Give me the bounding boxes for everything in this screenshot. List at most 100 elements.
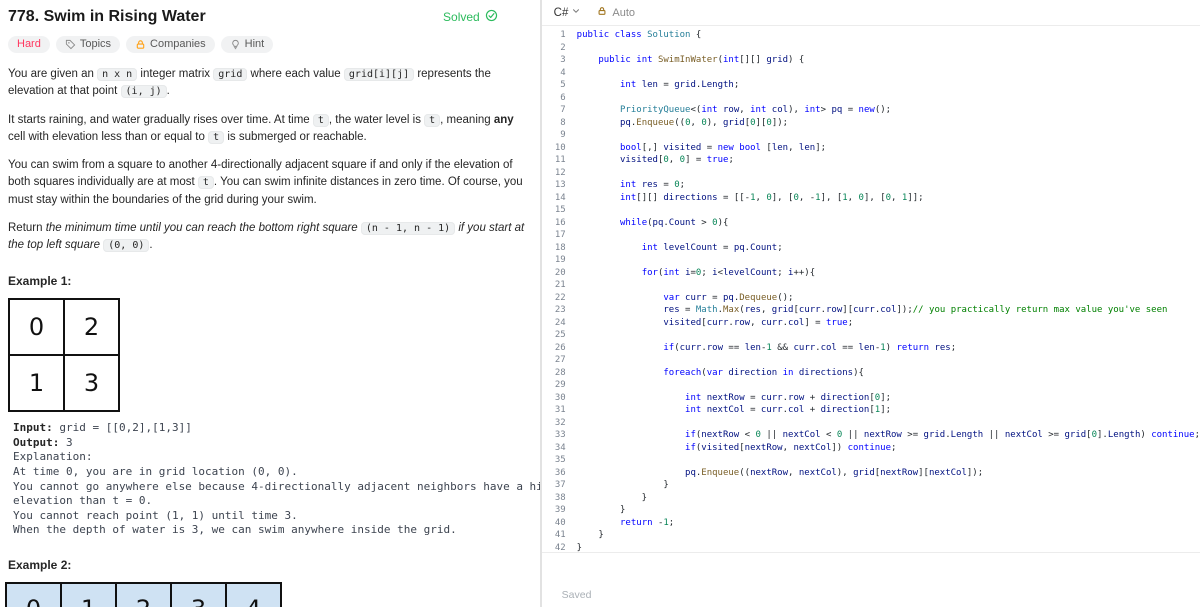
code-token: nextCol [706, 405, 745, 415]
code-line[interactable]: 11 visited[0, 0] = true; [542, 154, 1200, 167]
code-line[interactable]: 38 } [542, 492, 1200, 505]
line-number[interactable]: 39 [542, 504, 566, 517]
language-selector[interactable]: C# [554, 6, 582, 19]
line-number[interactable]: 23 [542, 304, 566, 317]
line-number[interactable]: 13 [542, 179, 566, 192]
code-line[interactable]: 34 if(visited[nextRow, nextCol]) continu… [542, 442, 1200, 455]
line-number[interactable]: 16 [542, 217, 566, 230]
code-line[interactable]: 16 while(pq.Count > 0){ [542, 217, 1200, 230]
line-number[interactable]: 7 [542, 104, 565, 117]
code-line[interactable]: 29 [542, 379, 1200, 392]
code-line[interactable]: 27 [542, 354, 1200, 367]
line-number[interactable]: 36 [542, 467, 566, 480]
code-line[interactable]: 18 int levelCount = pq.Count; [542, 242, 1200, 255]
line-number[interactable]: 37 [542, 479, 566, 492]
line-number[interactable]: 30 [542, 392, 566, 405]
code-line[interactable]: 28 foreach(var direction in directions){ [542, 367, 1200, 380]
line-number[interactable]: 2 [542, 42, 565, 55]
line-number[interactable]: 42 [542, 542, 566, 553]
code-line[interactable]: 10 bool[,] visited = new bool [len, len]… [542, 142, 1200, 155]
code-line[interactable]: 12 [542, 167, 1200, 180]
line-number[interactable]: 8 [542, 117, 565, 130]
code-editor[interactable]: 1 public class Solution {2 3 public int Sw… [541, 26, 1200, 553]
code-line[interactable]: 42} [542, 542, 1200, 553]
code-line[interactable]: 8 pq.Enqueue((0, 0), grid[0][0]); [542, 117, 1200, 130]
code-line[interactable]: 20 for(int i=0; i<levelCount; i++){ [542, 267, 1200, 280]
code-line-content: visited[0, 0] = true; [577, 154, 734, 167]
difficulty-badge[interactable]: Hard [8, 36, 50, 53]
line-number[interactable]: 31 [542, 404, 566, 417]
line-number[interactable]: 26 [542, 342, 566, 355]
code-line[interactable]: 30 int nextRow = curr.row + direction[0]… [542, 392, 1200, 405]
code-line[interactable]: 17 [542, 229, 1200, 242]
code-line[interactable]: 36 pq.Enqueue((nextRow, nextCol), grid[n… [542, 467, 1200, 480]
code-line-content: pq.Enqueue((nextRow, nextCol), grid[next… [577, 467, 983, 480]
line-number[interactable]: 32 [542, 417, 566, 430]
topics-button[interactable]: Topics [55, 36, 121, 53]
line-number[interactable]: 27 [542, 354, 566, 367]
code-token: = [842, 105, 859, 115]
code-token: ), [788, 105, 805, 115]
code-line[interactable]: 35 [542, 454, 1200, 467]
code-token: >= [1042, 430, 1065, 440]
line-number[interactable]: 41 [542, 529, 566, 542]
code-line[interactable]: 14 int[][] directions = [[-1, 0], [0, -1… [542, 192, 1200, 205]
line-number[interactable]: 3 [542, 54, 565, 67]
line-number[interactable]: 21 [542, 279, 566, 292]
code-line[interactable]: 33 if(nextRow < 0 || nextCol < 0 || next… [542, 429, 1200, 442]
line-number[interactable]: 1 [542, 29, 565, 42]
line-number[interactable]: 17 [542, 229, 566, 242]
code-token: , [739, 105, 751, 115]
line-number[interactable]: 5 [542, 79, 565, 92]
code-line[interactable]: 31 int nextCol = curr.col + direction[1]… [542, 404, 1200, 417]
code-line[interactable]: 15 [542, 204, 1200, 217]
code-line[interactable]: 22 var curr = pq.Dequeue(); [542, 292, 1200, 305]
code-line[interactable]: 41 } [542, 529, 1200, 542]
code-line[interactable]: 37 } [542, 479, 1200, 492]
code-line[interactable]: 5 int len = grid.Length; [542, 79, 1200, 92]
code-line[interactable]: 23 res = Math.Max(res, grid[curr.row][cu… [542, 304, 1200, 317]
code-line[interactable]: 13 int res = 0; [542, 179, 1200, 192]
code-line[interactable]: 19 [542, 254, 1200, 267]
code-line[interactable]: 24 visited[curr.row, curr.col] = true; [542, 317, 1200, 330]
code-line[interactable]: 26 if(curr.row == len-1 && curr.col == l… [542, 342, 1200, 355]
code-line[interactable]: 7 PriorityQueue<(int row, int col), int>… [542, 104, 1200, 117]
line-number[interactable]: 40 [542, 517, 566, 530]
line-number[interactable]: 35 [542, 454, 566, 467]
line-number[interactable]: 34 [542, 442, 566, 455]
autosave-indicator[interactable]: Auto [597, 6, 635, 19]
code-token: ) [885, 342, 897, 353]
code-line[interactable]: 4 [542, 67, 1200, 80]
code-line[interactable]: 6 [542, 92, 1200, 105]
line-number[interactable]: 29 [542, 379, 566, 392]
text-segment: where each value [247, 68, 344, 80]
line-number[interactable]: 20 [542, 267, 566, 280]
code-line[interactable]: 25 [542, 329, 1200, 342]
code-line[interactable]: 9 [542, 129, 1200, 142]
line-number[interactable]: 10 [542, 142, 566, 155]
line-number[interactable]: 4 [542, 67, 565, 80]
line-number[interactable]: 33 [542, 429, 566, 442]
line-number[interactable]: 6 [542, 92, 565, 105]
line-number[interactable]: 14 [542, 192, 566, 205]
code-line[interactable]: 32 [542, 417, 1200, 430]
line-number[interactable]: 19 [542, 254, 566, 267]
line-number[interactable]: 28 [542, 367, 566, 380]
line-number[interactable]: 15 [542, 204, 566, 217]
line-number[interactable]: 25 [542, 329, 566, 342]
code-line[interactable]: 2 [542, 42, 1200, 55]
companies-button[interactable]: Companies [126, 36, 215, 53]
code-line[interactable]: 3 public int SwimInWater(int[][] grid) { [542, 54, 1200, 67]
code-line[interactable]: 39 } [542, 504, 1200, 517]
line-number[interactable]: 38 [542, 492, 566, 505]
line-number[interactable]: 11 [542, 154, 566, 167]
hint-button[interactable]: Hint [220, 36, 274, 53]
line-number[interactable]: 24 [542, 317, 566, 330]
code-line[interactable]: 40 return -1; [542, 517, 1200, 530]
line-number[interactable]: 22 [542, 292, 566, 305]
code-line[interactable]: 21 [542, 279, 1200, 292]
line-number[interactable]: 12 [542, 167, 566, 180]
code-line[interactable]: 1 public class Solution { [542, 29, 1200, 42]
line-number[interactable]: 18 [542, 242, 566, 255]
line-number[interactable]: 9 [542, 129, 565, 142]
